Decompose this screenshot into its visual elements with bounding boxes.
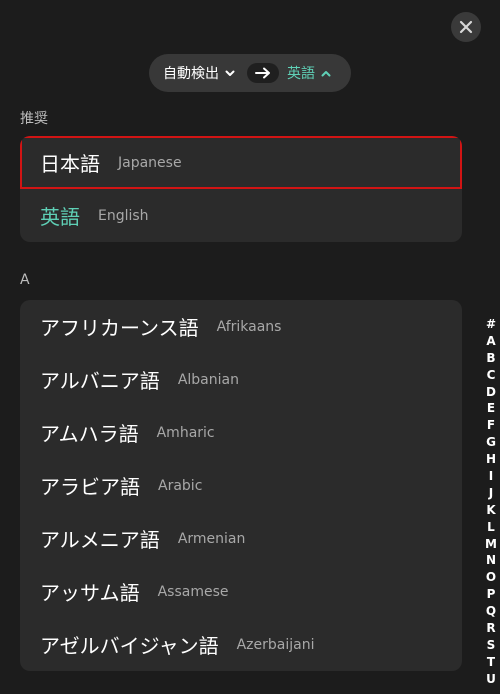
close-button[interactable] <box>451 12 481 42</box>
language-option-english[interactable]: 英語 English <box>20 189 462 242</box>
language-native-name: 日本語 <box>40 152 100 176</box>
index-letter[interactable]: # <box>486 316 496 333</box>
index-letter[interactable]: H <box>486 451 496 468</box>
language-english-name: Afrikaans <box>216 318 282 335</box>
language-english-name: Japanese <box>118 154 182 171</box>
section-a-label: A <box>20 272 30 288</box>
language-option-arabic[interactable]: アラビア語 Arabic <box>20 459 462 512</box>
chevron-up-icon <box>321 70 331 76</box>
arrow-right-icon <box>255 67 270 79</box>
index-letter[interactable]: E <box>487 400 495 417</box>
target-language-dropdown[interactable]: 英語 <box>287 63 331 83</box>
index-letter[interactable]: S <box>487 637 496 654</box>
close-icon <box>459 20 473 34</box>
language-native-name: アムハラ語 <box>40 422 139 446</box>
language-native-name: 英語 <box>40 205 80 229</box>
index-letter[interactable]: J <box>489 485 493 502</box>
index-letter[interactable]: C <box>487 367 496 384</box>
index-letter[interactable]: I <box>489 468 493 485</box>
index-letter[interactable]: B <box>486 350 495 367</box>
language-english-name: Arabic <box>158 477 203 494</box>
language-native-name: アラビア語 <box>40 475 140 499</box>
language-option-afrikaans[interactable]: アフリカーンス語 Afrikaans <box>20 300 462 353</box>
index-letter[interactable]: G <box>486 434 496 451</box>
index-letter[interactable]: N <box>486 552 496 569</box>
index-letter[interactable]: F <box>487 417 495 434</box>
language-english-name: Amharic <box>156 424 215 441</box>
language-option-armenian[interactable]: アルメニア語 Armenian <box>20 512 462 565</box>
index-letter[interactable]: P <box>487 586 496 603</box>
recommended-list: 日本語 Japanese 英語 English <box>20 136 462 242</box>
index-letter[interactable]: T <box>487 654 495 671</box>
source-language-label: 自動検出 <box>163 66 219 82</box>
language-english-name: Armenian <box>177 530 246 547</box>
language-option-albanian[interactable]: アルバニア語 Albanian <box>20 353 462 406</box>
language-list-a: アフリカーンス語 Afrikaans アルバニア語 Albanian アムハラ語… <box>20 300 462 671</box>
language-native-name: アッサム語 <box>40 581 140 605</box>
language-option-japanese[interactable]: 日本語 Japanese <box>20 136 462 189</box>
recommended-section-label: 推奨 <box>20 111 48 127</box>
swap-languages-button[interactable] <box>247 63 279 83</box>
index-letter[interactable]: K <box>486 502 495 519</box>
language-english-name: English <box>98 207 149 224</box>
target-language-label: 英語 <box>287 66 315 82</box>
language-native-name: アゼルバイジャン語 <box>40 634 219 658</box>
chevron-down-icon <box>225 70 235 76</box>
language-option-azerbaijani[interactable]: アゼルバイジャン語 Azerbaijani <box>20 618 462 671</box>
language-option-assamese[interactable]: アッサム語 Assamese <box>20 565 462 618</box>
index-letter[interactable]: Q <box>486 603 496 620</box>
index-letter[interactable]: O <box>486 569 496 586</box>
language-option-amharic[interactable]: アムハラ語 Amharic <box>20 406 462 459</box>
index-letter[interactable]: A <box>486 333 495 350</box>
index-letter[interactable]: M <box>485 536 497 553</box>
language-english-name: Azerbaijani <box>236 636 315 653</box>
language-english-name: Assamese <box>157 583 229 600</box>
index-letter[interactable]: U <box>486 671 496 688</box>
language-native-name: アルメニア語 <box>40 528 160 552</box>
language-native-name: アフリカーンス語 <box>40 316 199 340</box>
index-letter[interactable]: D <box>486 384 496 401</box>
index-letter[interactable]: L <box>487 519 495 536</box>
alphabet-index[interactable]: # A B C D E F G H I J K L M N O P Q R S … <box>482 316 500 688</box>
index-letter[interactable]: R <box>486 620 495 637</box>
language-selector: 自動検出 英語 <box>149 54 351 92</box>
language-native-name: アルバニア語 <box>40 369 160 393</box>
source-language-dropdown[interactable]: 自動検出 <box>163 63 235 83</box>
language-english-name: Albanian <box>177 371 239 388</box>
